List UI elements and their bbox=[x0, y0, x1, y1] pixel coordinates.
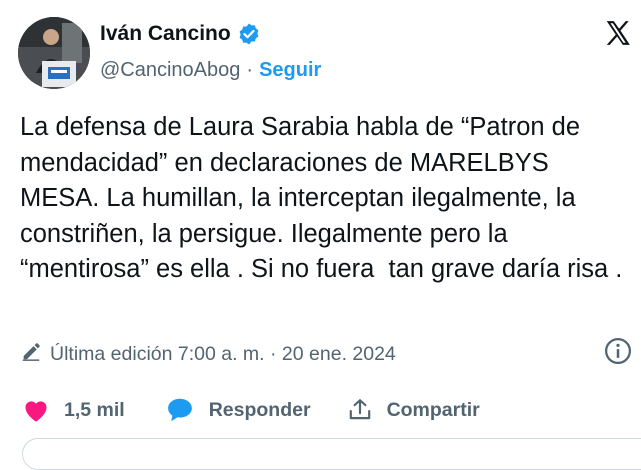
read-replies-button[interactable] bbox=[22, 438, 641, 470]
like-count: 1,5 mil bbox=[64, 398, 125, 421]
author-handle[interactable]: @CancinoAbog bbox=[100, 59, 240, 82]
tweet-meta: Última edición 7:00 a. m. · 20 ene. 2024 bbox=[20, 340, 396, 368]
author-name[interactable]: Iván Cancino bbox=[100, 22, 231, 46]
heart-icon bbox=[22, 397, 50, 423]
tweet-text: La defensa de Laura Sarabia habla de “Pa… bbox=[20, 113, 623, 283]
x-logo-icon[interactable] bbox=[603, 18, 633, 48]
follow-button[interactable]: Seguir bbox=[259, 59, 321, 82]
tweet-card: Iván Cancino @CancinoAbog · Seguir La de… bbox=[0, 0, 641, 470]
verified-badge-icon bbox=[237, 22, 261, 46]
share-button[interactable]: Compartir bbox=[347, 397, 480, 423]
reply-button[interactable]: Responder bbox=[165, 396, 311, 424]
share-label: Compartir bbox=[386, 398, 480, 421]
info-icon[interactable] bbox=[603, 336, 633, 366]
avatar[interactable] bbox=[18, 17, 90, 89]
edited-timestamp[interactable]: Última edición 7:00 a. m. · 20 ene. 2024 bbox=[50, 343, 396, 366]
reply-label: Responder bbox=[208, 398, 311, 421]
handle-separator: · bbox=[246, 59, 254, 81]
action-bar: 1,5 mil Responder Compartir bbox=[22, 396, 480, 424]
reply-bubble-icon bbox=[165, 396, 195, 424]
edit-pencil-icon[interactable] bbox=[20, 340, 42, 368]
like-button[interactable]: 1,5 mil bbox=[22, 397, 125, 423]
share-icon bbox=[347, 397, 373, 423]
